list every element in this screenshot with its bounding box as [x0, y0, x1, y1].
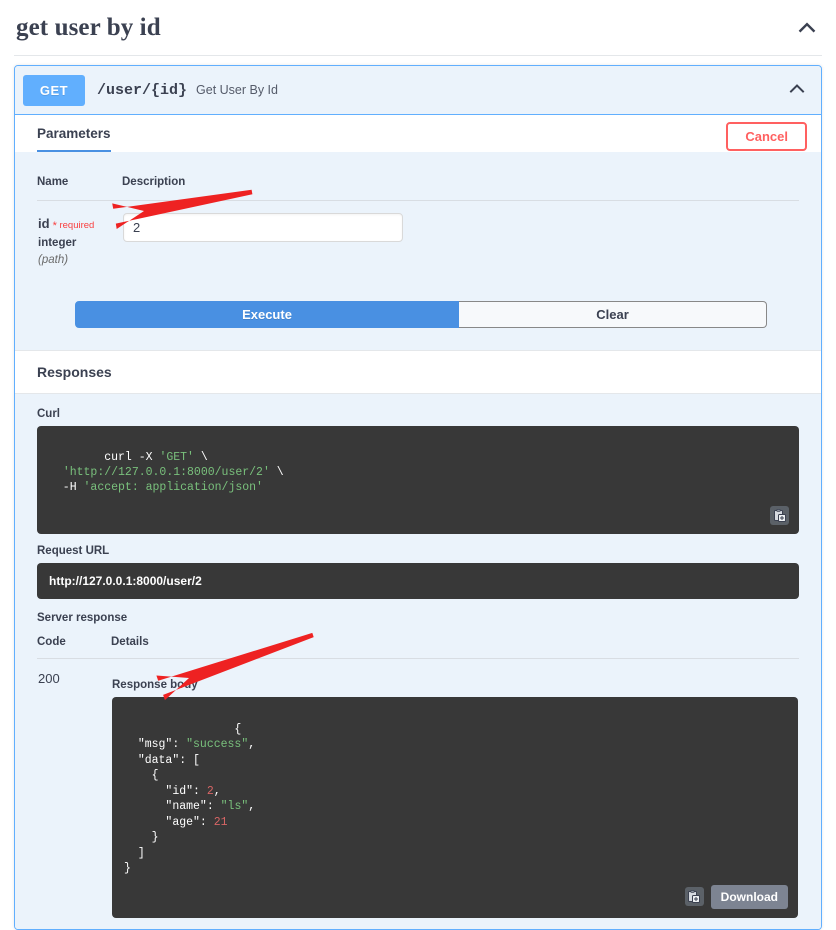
request-url-block: http://127.0.0.1:8000/user/2	[37, 563, 799, 599]
operation-body: Parameters Cancel Name Description id * r…	[15, 115, 821, 929]
required-marker: * required	[52, 220, 95, 232]
http-method-badge: GET	[23, 74, 85, 106]
response-body-content: { "msg": "success", "data": [ { "id": 2,…	[124, 722, 256, 876]
response-body-label: Response body	[112, 679, 198, 691]
server-response-label: Server response	[37, 612, 128, 624]
execute-button[interactable]: Execute	[75, 301, 459, 328]
tag-divider	[14, 55, 822, 56]
clear-button[interactable]: Clear	[459, 301, 767, 328]
download-button[interactable]: Download	[710, 884, 788, 909]
parameters-table: Name Description id * required integer (p…	[37, 166, 799, 269]
tab-parameters[interactable]: Parameters	[37, 126, 111, 152]
column-header-details: Details	[111, 630, 799, 659]
operation-summary[interactable]: GET /user/{id} Get User By Id	[15, 66, 821, 115]
parameters-header-row: Name Description	[37, 166, 799, 201]
responses-header: Responses	[15, 350, 821, 394]
column-header-code: Code	[37, 630, 111, 659]
response-details-cell: Response body { "msg": "success", "data"…	[111, 659, 799, 919]
chevron-up-icon[interactable]	[796, 17, 818, 39]
response-body-code: { "msg": "success", "data": [ { "id": 2,…	[112, 697, 798, 918]
copy-icon[interactable]	[684, 887, 704, 906]
page-title: get user by id	[16, 13, 161, 41]
operation-block-get-user-by-id: GET /user/{id} Get User By Id Parameters…	[14, 65, 822, 930]
parameter-location: (path)	[38, 254, 69, 266]
response-code-cell: 200	[37, 659, 111, 919]
response-body-actions: Download	[684, 884, 788, 909]
chevron-up-icon[interactable]	[787, 79, 809, 101]
status-code: 200	[38, 671, 60, 686]
tab-row: Parameters Cancel	[15, 115, 821, 152]
parameter-name-text: id	[38, 216, 50, 231]
id-parameter-input[interactable]	[123, 213, 403, 242]
table-row: 200 Response body { "msg": "success", "d…	[37, 659, 799, 919]
operation-path: /user/{id}	[97, 81, 188, 99]
parameter-type: integer	[38, 237, 77, 249]
copy-icon[interactable]	[770, 506, 789, 525]
operation-summary-text: Get User By Id	[196, 83, 278, 97]
response-table: Code Details 200 Response body { "msg": …	[37, 630, 799, 919]
parameter-input-cell	[122, 201, 799, 270]
column-header-description: Description	[122, 166, 799, 201]
responses-body: Curl curl -X 'GET' \ 'http://127.0.0.1:8…	[15, 394, 821, 929]
execute-clear-row: Execute Clear	[75, 301, 767, 350]
responses-title: Responses	[37, 364, 112, 380]
required-label: required	[59, 220, 95, 231]
parameters-section: Name Description id * required integer (p…	[15, 152, 821, 350]
curl-code-block: curl -X 'GET' \ 'http://127.0.0.1:8000/u…	[37, 426, 799, 534]
parameter-name: id * required	[38, 215, 121, 235]
response-header-row: Code Details	[37, 630, 799, 659]
curl-content: curl -X 'GET' \ 'http://127.0.0.1:8000/u…	[49, 451, 284, 494]
cancel-button[interactable]: Cancel	[726, 122, 807, 151]
tag-header[interactable]: get user by id	[0, 0, 836, 55]
table-row: id * required integer (path)	[37, 201, 799, 270]
parameter-meta-cell: id * required integer (path)	[37, 201, 122, 270]
column-header-name: Name	[37, 166, 122, 201]
curl-label: Curl	[37, 408, 60, 420]
request-url-label: Request URL	[37, 545, 110, 557]
